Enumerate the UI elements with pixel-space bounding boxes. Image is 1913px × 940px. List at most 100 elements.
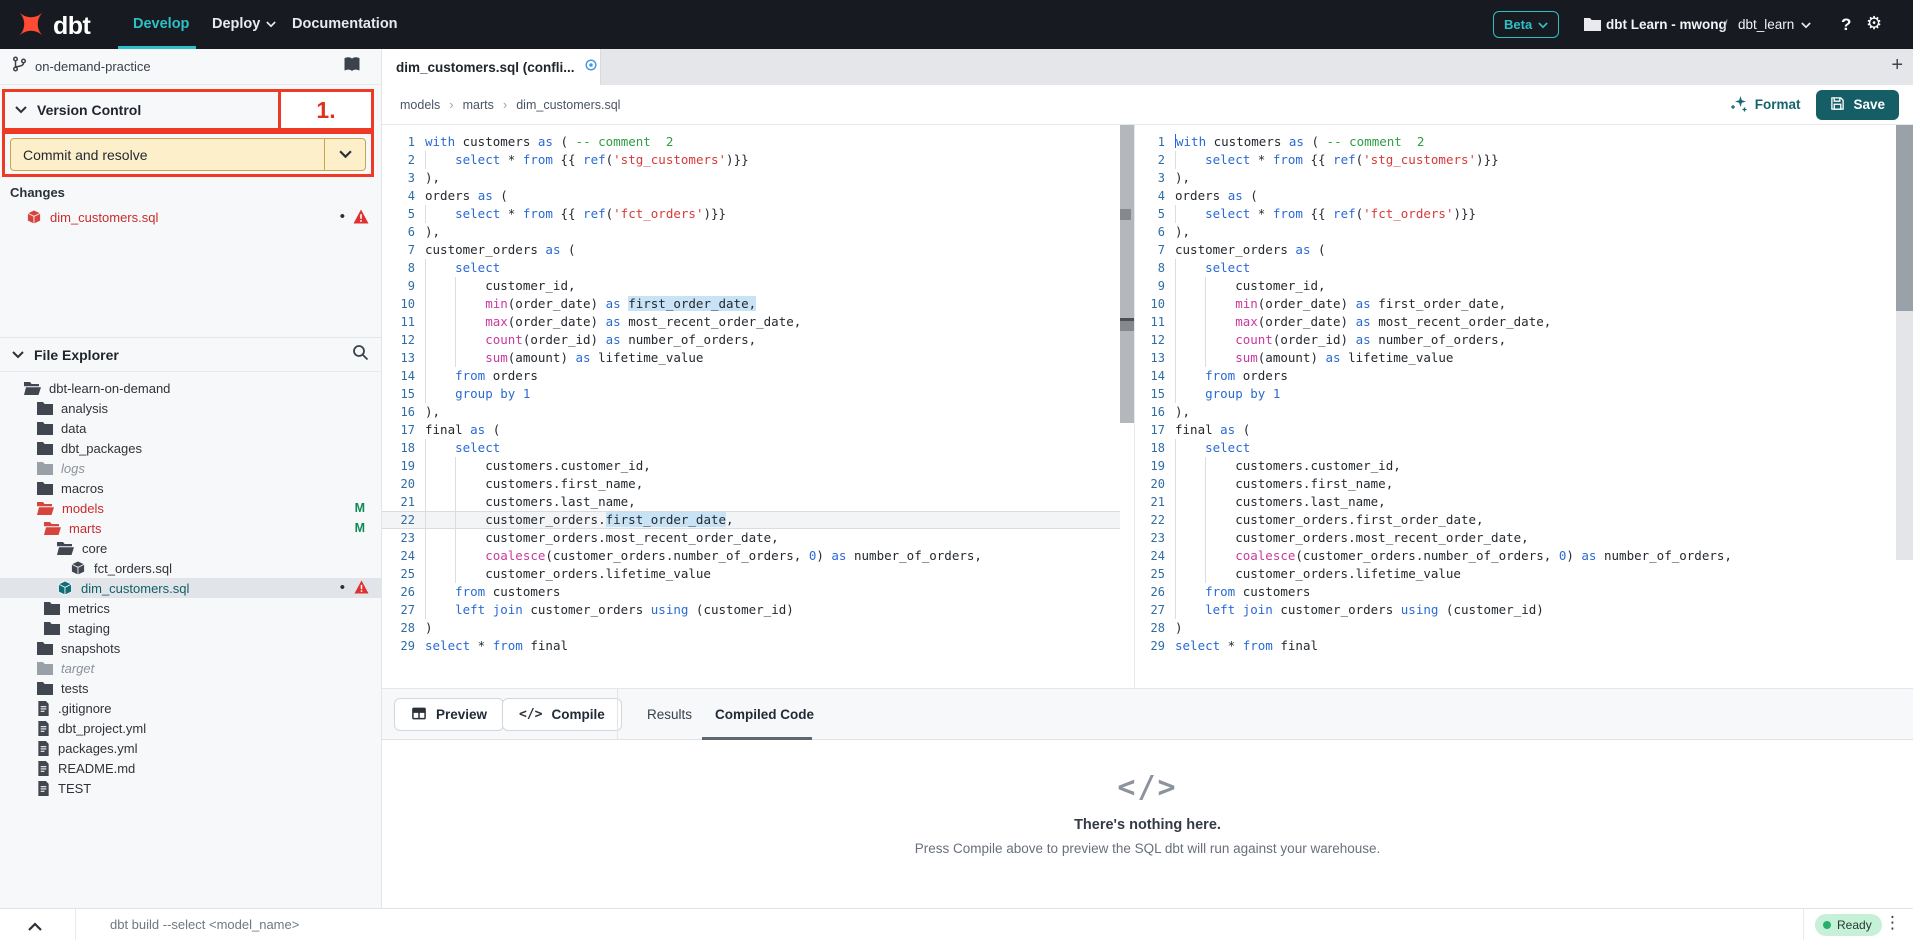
code-line[interactable]: 17final as ( <box>1135 421 1896 439</box>
code-line[interactable]: 16), <box>1135 403 1896 421</box>
version-control-header[interactable]: Version Control <box>15 92 141 128</box>
tab-results[interactable]: Results <box>647 689 692 740</box>
format-button[interactable]: Format <box>1730 95 1801 115</box>
code-line[interactable]: 19customers.customer_id, <box>1135 457 1896 475</box>
new-tab-plus-icon[interactable]: + <box>1891 54 1903 77</box>
tree-item-snapshots[interactable]: snapshots <box>0 638 381 658</box>
code-line[interactable]: 10min(order_date) as first_order_date, <box>382 295 1120 313</box>
code-line[interactable]: 3), <box>382 169 1120 187</box>
tree-item-logs[interactable]: logs <box>0 458 381 478</box>
help-icon[interactable]: ? <box>1841 0 1851 49</box>
code-line[interactable]: 15group by 1 <box>1135 385 1896 403</box>
code-line[interactable]: 21customers.last_name, <box>382 493 1120 511</box>
chevron-up-icon[interactable] <box>28 919 42 937</box>
code-line[interactable]: 23customer_orders.most_recent_order_date… <box>1135 529 1896 547</box>
code-line[interactable]: 20customers.first_name, <box>1135 475 1896 493</box>
beta-button[interactable]: Beta <box>1493 11 1559 38</box>
code-line[interactable]: 21customers.last_name, <box>1135 493 1896 511</box>
nav-develop[interactable]: Develop <box>133 0 189 49</box>
tree-item-packages-yml[interactable]: packages.yml <box>0 738 381 758</box>
code-line[interactable]: 5select * from {{ ref('fct_orders')}} <box>1135 205 1896 223</box>
code-line[interactable]: 28) <box>1135 619 1896 637</box>
tree-item-dbt-packages[interactable]: dbt_packages <box>0 438 381 458</box>
code-line[interactable]: 1with customers as ( -- comment 2 <box>382 133 1120 151</box>
code-line[interactable]: 13sum(amount) as lifetime_value <box>1135 349 1896 367</box>
command-input[interactable]: dbt build --select <model_name> <box>110 909 299 940</box>
tree-item-marts[interactable]: martsM <box>0 518 381 538</box>
code-line[interactable]: 24coalesce(customer_orders.number_of_ord… <box>382 547 1120 565</box>
search-icon[interactable] <box>352 344 369 366</box>
code-line[interactable]: 2select * from {{ ref('stg_customers')}} <box>1135 151 1896 169</box>
tab-compiled-code[interactable]: Compiled Code <box>715 689 814 740</box>
code-line[interactable]: 18select <box>382 439 1120 457</box>
code-line[interactable]: 4orders as ( <box>1135 187 1896 205</box>
settings-gear-icon[interactable]: ⚙ <box>1866 15 1882 33</box>
project-name[interactable]: dbt Learn - mwong <box>1606 0 1727 49</box>
file-explorer-header[interactable]: File Explorer <box>0 337 381 372</box>
code-line[interactable]: 3), <box>1135 169 1896 187</box>
nav-documentation[interactable]: Documentation <box>292 0 398 49</box>
code-line[interactable]: 12count(order_id) as number_of_orders, <box>1135 331 1896 349</box>
tree-item-macros[interactable]: macros <box>0 478 381 498</box>
docs-book-icon[interactable] <box>343 57 361 77</box>
tree-item-dim-customers-sql[interactable]: dim_customers.sql• <box>0 578 381 598</box>
tree-item-staging[interactable]: staging <box>0 618 381 638</box>
tree-item-models[interactable]: modelsM <box>0 498 381 518</box>
compile-button[interactable]: </> Compile <box>502 698 622 731</box>
code-line[interactable]: 26from customers <box>382 583 1120 601</box>
code-line[interactable]: 14from orders <box>1135 367 1896 385</box>
code-line[interactable]: 28) <box>382 619 1120 637</box>
tree-item-analysis[interactable]: analysis <box>0 398 381 418</box>
code-line[interactable]: 14from orders <box>382 367 1120 385</box>
code-line[interactable]: 7customer_orders as ( <box>1135 241 1896 259</box>
code-line[interactable]: 18select <box>1135 439 1896 457</box>
code-line[interactable]: 1with customers as ( -- comment 2 <box>1135 133 1896 151</box>
code-line[interactable]: 15group by 1 <box>382 385 1120 403</box>
tree-item-metrics[interactable]: metrics <box>0 598 381 618</box>
save-button[interactable]: Save <box>1816 90 1899 120</box>
tree-item-fct-orders-sql[interactable]: fct_orders.sql <box>0 558 381 578</box>
code-line[interactable]: 9customer_id, <box>1135 277 1896 295</box>
code-line[interactable]: 16), <box>382 403 1120 421</box>
code-line[interactable]: 26from customers <box>1135 583 1896 601</box>
code-pane-left[interactable]: 1with customers as ( -- comment 22select… <box>382 125 1120 688</box>
git-branch-row[interactable]: on-demand-practice <box>0 49 381 85</box>
code-line[interactable]: 19customers.customer_id, <box>382 457 1120 475</box>
code-line[interactable]: 13sum(amount) as lifetime_value <box>382 349 1120 367</box>
right-pane-scrollbar[interactable] <box>1896 125 1913 560</box>
code-line[interactable]: 12count(order_id) as number_of_orders, <box>382 331 1120 349</box>
code-line[interactable]: 22customer_orders.first_order_date, <box>1135 511 1896 529</box>
tree-item-core[interactable]: core <box>0 538 381 558</box>
code-line[interactable]: 27left join customer_orders using (custo… <box>1135 601 1896 619</box>
commit-and-resolve-label[interactable]: Commit and resolve <box>11 139 324 170</box>
commit-options-chevron[interactable] <box>325 139 365 170</box>
tab-dim-customers[interactable]: dim_customers.sql (confli... <box>382 49 601 85</box>
code-line[interactable]: 11max(order_date) as most_recent_order_d… <box>1135 313 1896 331</box>
code-line[interactable]: 8select <box>382 259 1120 277</box>
code-line[interactable]: 27left join customer_orders using (custo… <box>382 601 1120 619</box>
kebab-menu-icon[interactable]: ⋮ <box>1884 913 1901 933</box>
code-line[interactable]: 10min(order_date) as first_order_date, <box>1135 295 1896 313</box>
code-line[interactable]: 29select * from final <box>1135 637 1896 655</box>
tree-item-test[interactable]: TEST <box>0 778 381 798</box>
code-line[interactable]: 17final as ( <box>382 421 1120 439</box>
code-line[interactable]: 6), <box>1135 223 1896 241</box>
code-line[interactable]: 24coalesce(customer_orders.number_of_ord… <box>1135 547 1896 565</box>
code-line[interactable]: 22customer_orders.first_order_date, <box>382 511 1120 529</box>
scrollbar-thumb[interactable] <box>1896 125 1913 311</box>
code-line[interactable]: 6), <box>382 223 1120 241</box>
code-line[interactable]: 23customer_orders.most_recent_order_date… <box>382 529 1120 547</box>
tree-item-readme-md[interactable]: README.md <box>0 758 381 778</box>
tree-item--gitignore[interactable]: .gitignore <box>0 698 381 718</box>
code-line[interactable]: 5select * from {{ ref('fct_orders')}} <box>382 205 1120 223</box>
code-line[interactable]: 29select * from final <box>382 637 1120 655</box>
nav-deploy[interactable]: Deploy <box>212 0 276 49</box>
changed-file-row[interactable]: dim_customers.sql • <box>0 205 381 229</box>
tree-item-dbt-project-yml[interactable]: dbt_project.yml <box>0 718 381 738</box>
tree-item-dbt-learn-on-demand[interactable]: dbt-learn-on-demand <box>0 378 381 398</box>
tree-item-target[interactable]: target <box>0 658 381 678</box>
code-line[interactable]: 9customer_id, <box>382 277 1120 295</box>
tree-item-data[interactable]: data <box>0 418 381 438</box>
code-line[interactable]: 8select <box>1135 259 1896 277</box>
code-line[interactable]: 4orders as ( <box>382 187 1120 205</box>
